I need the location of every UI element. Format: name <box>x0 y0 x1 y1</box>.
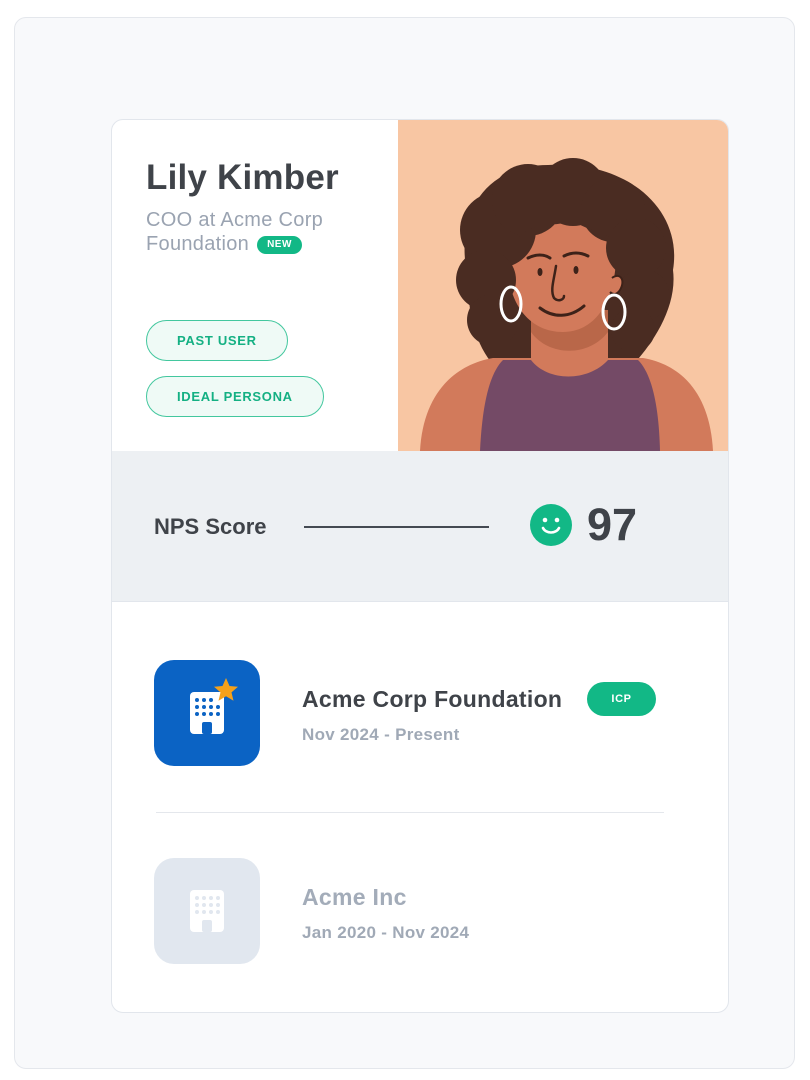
person-portrait-icon <box>420 158 713 451</box>
company-dates: Jan 2020 - Nov 2024 <box>302 923 470 942</box>
contact-role: COO at Acme Corp Foundation NEW <box>146 208 366 256</box>
nps-score-value: 97 <box>587 499 638 550</box>
building-icon <box>190 890 224 932</box>
smiley-icon <box>530 504 572 546</box>
company-divider <box>156 812 664 813</box>
avatar <box>398 120 728 451</box>
building-star-icon <box>190 678 238 734</box>
company-dates: Nov 2024 - Present <box>302 725 460 744</box>
nps-label: NPS Score <box>154 514 267 539</box>
tag-past-user[interactable]: PAST USER <box>146 320 288 361</box>
company-name: Acme Inc <box>302 884 407 910</box>
tag-ideal-persona[interactable]: IDEAL PERSONA <box>146 376 324 417</box>
company-logo <box>154 858 260 964</box>
contact-name: Lily Kimber <box>146 158 339 197</box>
contact-card: Lily Kimber COO at Acme Corp Foundation N… <box>111 119 729 1013</box>
profile-header: Lily Kimber COO at Acme Corp Foundation N… <box>112 120 728 451</box>
nps-divider-line <box>304 526 489 528</box>
nps-section: NPS Score 97 <box>112 451 728 602</box>
new-badge: NEW <box>257 236 302 254</box>
company-item-acme-inc[interactable]: Acme Inc Jan 2020 - Nov 2024 <box>112 858 728 968</box>
company-item-acme-corp-foundation[interactable]: Acme Corp Foundation ICP Nov 2024 - Pres… <box>112 660 728 770</box>
company-name: Acme Corp Foundation <box>302 686 563 712</box>
page-background: Lily Kimber COO at Acme Corp Foundation N… <box>14 17 795 1069</box>
icp-badge: ICP <box>587 682 656 716</box>
company-logo <box>154 660 260 766</box>
